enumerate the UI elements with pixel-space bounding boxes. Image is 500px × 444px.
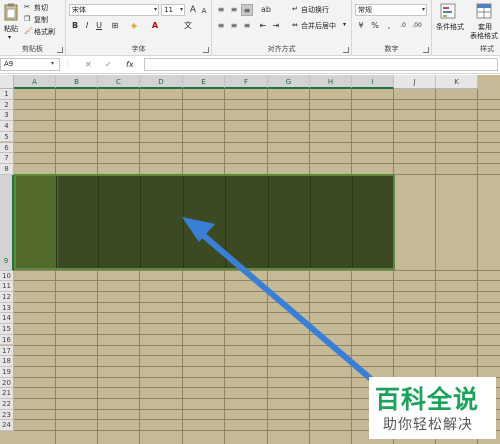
format-painter-button[interactable]: 格式刷 bbox=[34, 27, 55, 37]
italic-button[interactable]: I bbox=[81, 20, 93, 32]
merge-icon[interactable]: ⇔ bbox=[292, 21, 298, 29]
increase-decimal-icon[interactable]: .0 bbox=[397, 20, 409, 32]
decrease-indent-icon[interactable]: ⇤ bbox=[257, 20, 269, 32]
align-bottom-icon[interactable]: ≡ bbox=[241, 4, 253, 16]
chevron-down-icon: ▾ bbox=[179, 6, 183, 13]
fill-color-icon[interactable]: ◈ bbox=[128, 20, 140, 32]
align-top-icon[interactable]: ≡ bbox=[215, 4, 227, 16]
font-size-value: 11 bbox=[164, 6, 173, 14]
align-middle-icon[interactable]: ≡ bbox=[228, 4, 240, 16]
cut-icon[interactable]: ✂ bbox=[24, 3, 30, 11]
clipboard-launcher-icon[interactable] bbox=[57, 47, 63, 53]
paste-button[interactable]: 粘贴 bbox=[4, 24, 18, 34]
phonetic-icon[interactable]: 文 bbox=[182, 20, 194, 32]
watermark-badge: 百科全说 助你轻松解决 bbox=[369, 377, 496, 439]
alignment-launcher-icon[interactable] bbox=[343, 47, 349, 53]
number-launcher-icon[interactable] bbox=[423, 47, 429, 53]
cut-button[interactable]: 剪切 bbox=[34, 3, 48, 13]
format-as-table-label[interactable]: 表格格式 bbox=[470, 31, 498, 41]
merge-center-button[interactable]: 合并后居中 bbox=[301, 21, 336, 31]
underline-button[interactable]: U bbox=[93, 20, 105, 32]
formula-bar: A9 ▾ ⋮ ✕ ✓ fx bbox=[0, 56, 500, 74]
font-name-value: 宋体 bbox=[72, 6, 86, 14]
watermark-title: 百科全说 bbox=[375, 385, 480, 414]
chevron-down-icon: ▾ bbox=[153, 6, 157, 13]
wrap-text-button[interactable]: 自动换行 bbox=[301, 5, 329, 15]
paste-dropdown-icon[interactable]: ▾ bbox=[8, 34, 11, 41]
paste-icon[interactable] bbox=[4, 3, 18, 21]
font-label: 字体 bbox=[131, 45, 146, 53]
comma-button[interactable]: , bbox=[383, 20, 395, 32]
number-format-select[interactable]: 常规 ▾ bbox=[355, 4, 427, 16]
copy-button[interactable]: 复制 bbox=[34, 15, 48, 25]
divider-dots-icon: ⋮ bbox=[64, 59, 71, 67]
styles-label: 样式 bbox=[480, 45, 494, 53]
number-label: 数字 bbox=[384, 45, 399, 53]
alignment-label: 对齐方式 bbox=[267, 45, 296, 53]
percent-button[interactable]: % bbox=[369, 20, 381, 32]
align-right-icon[interactable]: ≡ bbox=[241, 20, 253, 32]
clipboard-label: 剪贴板 bbox=[22, 45, 43, 53]
ribbon: 粘贴 ▾ ✂ 剪切 ❐ 复制 🖌 格式刷 剪贴板 宋体 ▾ 11 ▾ A A B I… bbox=[0, 0, 500, 56]
number-format-value: 常规 bbox=[358, 6, 372, 14]
font-name-select[interactable]: 宋体 ▾ bbox=[69, 4, 159, 16]
alignment-group: ≡ ≡ ≡ ab ≡ ≡ ≡ ⇤ ⇥ ↵ 自动换行 ⇔ 合并后居中 ▾ 对齐方式 bbox=[212, 0, 352, 56]
copy-icon[interactable]: ❐ bbox=[24, 15, 30, 23]
bold-button[interactable]: B bbox=[69, 20, 81, 32]
insert-function-button[interactable]: fx bbox=[126, 58, 134, 71]
decrease-font-icon[interactable]: A bbox=[198, 5, 210, 17]
decrease-decimal-icon[interactable]: .00 bbox=[411, 20, 423, 32]
borders-icon[interactable]: ⊞ bbox=[109, 20, 121, 32]
conditional-formatting-icon[interactable] bbox=[440, 3, 456, 19]
format-painter-icon[interactable]: 🖌 bbox=[24, 27, 33, 35]
formula-input[interactable] bbox=[144, 58, 498, 71]
styles-group: 条件格式 套用 表格格式 样式 bbox=[432, 0, 500, 56]
align-center-icon[interactable]: ≡ bbox=[228, 20, 240, 32]
orientation-icon[interactable]: ab bbox=[260, 4, 272, 16]
chevron-down-icon: ▾ bbox=[421, 6, 425, 13]
excel-window: 粘贴 ▾ ✂ 剪切 ❐ 复制 🖌 格式刷 剪贴板 宋体 ▾ 11 ▾ A A B I… bbox=[0, 0, 500, 444]
font-size-select[interactable]: 11 ▾ bbox=[161, 4, 185, 16]
font-group: 宋体 ▾ 11 ▾ A A B I U ⊞ ◈ A 文 字体 bbox=[66, 0, 212, 56]
align-left-icon[interactable]: ≡ bbox=[215, 20, 227, 32]
format-as-table-icon[interactable] bbox=[476, 3, 492, 19]
chevron-down-icon[interactable]: ▾ bbox=[343, 21, 346, 28]
conditional-formatting-button[interactable]: 条件格式 bbox=[436, 22, 464, 32]
watermark-subtitle: 助你轻松解决 bbox=[383, 417, 473, 433]
increase-indent-icon[interactable]: ⇥ bbox=[270, 20, 282, 32]
currency-icon[interactable]: ¥ bbox=[355, 20, 367, 32]
font-launcher-icon[interactable] bbox=[203, 47, 209, 53]
wrap-text-icon[interactable]: ↵ bbox=[292, 5, 298, 13]
name-box-dropdown-icon[interactable]: ▾ bbox=[51, 60, 54, 67]
cancel-icon[interactable]: ✕ bbox=[85, 58, 92, 71]
font-color-button[interactable]: A bbox=[149, 20, 161, 32]
number-group: 常规 ▾ ¥ % , .0 .00 数字 bbox=[352, 0, 432, 56]
enter-icon[interactable]: ✓ bbox=[105, 58, 112, 71]
clipboard-group: 粘贴 ▾ ✂ 剪切 ❐ 复制 🖌 格式刷 剪贴板 bbox=[0, 0, 66, 56]
